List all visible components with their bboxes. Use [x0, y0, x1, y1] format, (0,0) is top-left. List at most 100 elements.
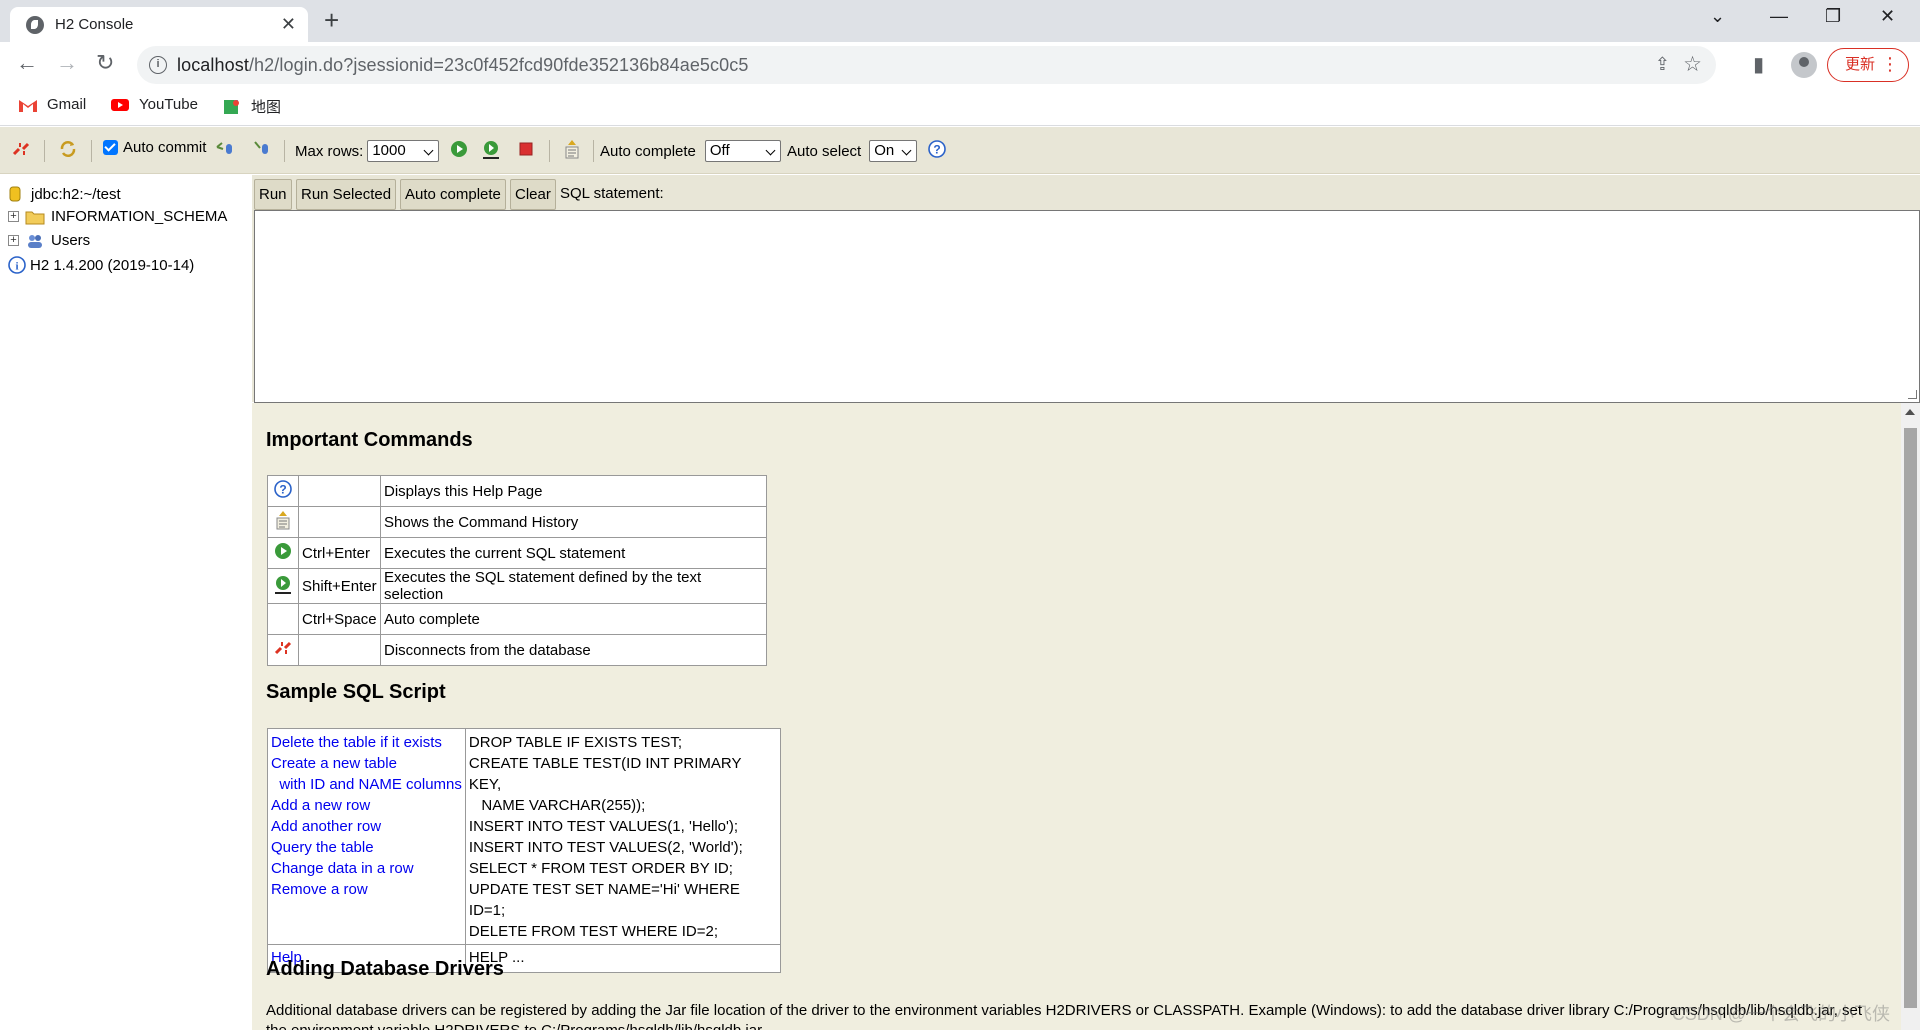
- toolbar-separator: [44, 140, 45, 162]
- history-icon[interactable]: [562, 139, 582, 159]
- sample-link[interactable]: Create a new table: [271, 753, 462, 774]
- users-icon: [28, 234, 42, 248]
- scrollbar-thumb[interactable]: [1904, 428, 1917, 1008]
- drivers-paragraph: Additional database drivers can be regis…: [266, 1002, 1863, 1019]
- sample-link[interactable]: with ID and NAME columns: [271, 774, 462, 795]
- back-button[interactable]: ←: [16, 50, 38, 76]
- share-icon[interactable]: ⇪: [1655, 54, 1670, 75]
- tab-title: H2 Console: [55, 16, 134, 33]
- bookmark-maps[interactable]: 地图: [222, 96, 281, 117]
- tree-connection[interactable]: jdbc:h2:~/test: [8, 185, 121, 203]
- sample-link[interactable]: Delete the table if it exists: [271, 732, 462, 753]
- forward-button[interactable]: →: [56, 50, 78, 76]
- toolbar-separator: [284, 140, 285, 162]
- toolbar-separator: [593, 140, 594, 162]
- stop-icon[interactable]: [516, 139, 536, 159]
- commands-table: ? Displays this Help Page Shows the Comm…: [267, 475, 767, 666]
- sample-link[interactable]: Remove a row: [271, 879, 462, 900]
- history-icon: [276, 511, 290, 530]
- auto-commit-toggle[interactable]: Auto commit: [103, 139, 206, 156]
- disconnect-icon[interactable]: [11, 139, 31, 159]
- scroll-up-icon[interactable]: [1905, 409, 1915, 415]
- tree-version: i H2 1.4.200 (2019-10-14): [8, 256, 194, 274]
- disconnect-icon: [274, 641, 292, 655]
- table-row: Ctrl+Enter Executes the current SQL stat…: [267, 537, 767, 569]
- auto-commit-checkbox[interactable]: [103, 140, 118, 155]
- auto-complete-button[interactable]: Auto complete: [400, 179, 506, 210]
- bookmark-star-icon[interactable]: ☆: [1683, 52, 1702, 77]
- bookmark-youtube[interactable]: YouTube: [110, 96, 198, 113]
- h2-toolbar: Auto commit Max rows: 1000 Auto complete…: [0, 127, 1920, 174]
- max-rows-select[interactable]: 1000: [367, 140, 440, 162]
- sample-link[interactable]: Query the table: [271, 837, 462, 858]
- adding-drivers-heading: Adding Database Drivers: [266, 958, 504, 980]
- help-icon[interactable]: ?: [927, 139, 947, 159]
- tree-item-information-schema[interactable]: + INFORMATION_SCHEMA: [8, 208, 227, 225]
- table-row: ? Displays this Help Page: [267, 475, 767, 507]
- run-button[interactable]: Run: [254, 179, 292, 210]
- sample-link[interactable]: Add a new row: [271, 795, 462, 816]
- sample-code-cell: DROP TABLE IF EXISTS TEST; CREATE TABLE …: [464, 728, 781, 945]
- clear-button[interactable]: Clear: [510, 179, 556, 210]
- bookmark-gmail[interactable]: Gmail: [18, 96, 86, 113]
- close-window-button[interactable]: ✕: [1880, 6, 1895, 27]
- minimize-button[interactable]: —: [1770, 6, 1788, 27]
- auto-select-select[interactable]: On: [869, 140, 918, 162]
- run-icon: [275, 543, 291, 559]
- table-row: Shows the Command History: [267, 506, 767, 538]
- globe-icon: [26, 16, 44, 34]
- sample-links-cell: Delete the table if it exists Create a n…: [267, 728, 466, 945]
- run-selected-button[interactable]: Run Selected: [296, 179, 397, 210]
- close-tab-icon[interactable]: ✕: [281, 14, 296, 35]
- address-bar[interactable]: i localhost/h2/login.do?jsessionid=23c0f…: [137, 46, 1716, 84]
- sample-link[interactable]: Change data in a row: [271, 858, 462, 879]
- expand-icon[interactable]: +: [8, 235, 19, 246]
- sample-link[interactable]: Add another row: [271, 816, 462, 837]
- run-icon[interactable]: [449, 139, 469, 159]
- svg-text:i: i: [15, 261, 18, 273]
- side-panel-icon[interactable]: ▮: [1753, 52, 1764, 77]
- database-icon: [9, 186, 21, 202]
- info-icon: i: [8, 256, 26, 274]
- reload-button[interactable]: ↻: [96, 50, 114, 76]
- drivers-paragraph-cont: the environment variable H2DRIVERS to C:…: [266, 1022, 765, 1030]
- watermark: CSDN @一个会飞的小飞侠: [1671, 1004, 1890, 1024]
- sql-textarea[interactable]: [254, 210, 1920, 403]
- new-tab-button[interactable]: +: [324, 5, 339, 36]
- youtube-icon: [111, 98, 129, 111]
- expand-icon[interactable]: +: [8, 211, 19, 222]
- update-button[interactable]: 更新: [1827, 48, 1909, 82]
- sql-statement-label: SQL statement:: [560, 185, 664, 202]
- maximize-button[interactable]: ❐: [1825, 6, 1841, 27]
- gmail-icon: [19, 99, 37, 112]
- result-panel: Important Commands ? Displays this Help …: [252, 403, 1901, 1030]
- url-text[interactable]: localhost/h2/login.do?jsessionid=23c0f45…: [177, 55, 748, 76]
- browser-tab[interactable]: H2 Console ✕: [10, 7, 308, 42]
- resize-handle[interactable]: [1908, 390, 1917, 399]
- table-row: Shift+Enter Executes the SQL statement d…: [267, 568, 767, 604]
- schema-tree: jdbc:h2:~/test + INFORMATION_SCHEMA + Us…: [0, 175, 252, 1030]
- sample-sql-table: Delete the table if it exists Create a n…: [267, 728, 781, 973]
- tab-strip: H2 Console ✕ + ⌄ — ❐ ✕: [0, 0, 1920, 42]
- table-row: Ctrl+Space Auto complete: [267, 603, 767, 635]
- run-selected-icon[interactable]: [481, 139, 501, 159]
- refresh-icon[interactable]: [58, 139, 78, 159]
- svg-text:?: ?: [933, 143, 940, 157]
- toolbar-separator: [549, 140, 550, 162]
- help-icon: ?: [274, 480, 292, 498]
- rollback-icon[interactable]: [215, 139, 235, 159]
- profile-avatar[interactable]: [1791, 52, 1817, 78]
- site-info-icon[interactable]: i: [149, 56, 167, 74]
- tab-search-icon[interactable]: ⌄: [1710, 6, 1725, 27]
- commit-icon[interactable]: [252, 139, 272, 159]
- table-row: Disconnects from the database: [267, 634, 767, 666]
- tree-item-users[interactable]: + Users: [8, 232, 90, 249]
- result-scrollbar[interactable]: [1901, 403, 1920, 1030]
- folder-icon: [25, 211, 45, 224]
- run-selected-icon: [275, 576, 291, 594]
- toolbar-separator: [91, 140, 92, 162]
- auto-complete-select[interactable]: Off: [704, 140, 781, 162]
- sample-sql-heading: Sample SQL Script: [266, 681, 446, 703]
- auto-select-control: Auto select On: [787, 140, 918, 162]
- important-commands-heading: Important Commands: [266, 429, 473, 451]
